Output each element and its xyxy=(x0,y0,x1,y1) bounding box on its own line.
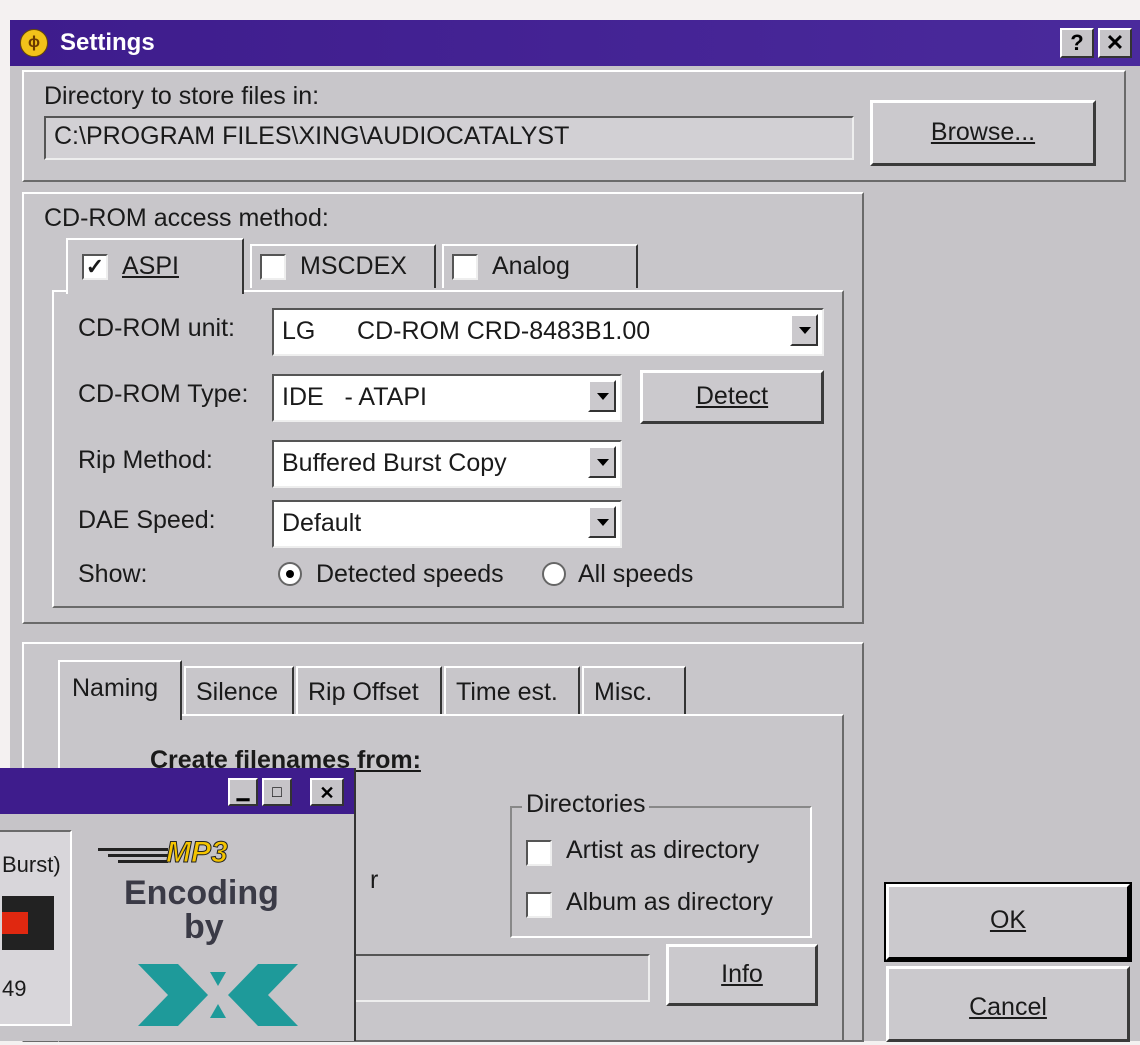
encoder-window: ▁ □ ✕ Burst) 49 MP3 Encoding by xyxy=(0,768,356,1041)
info-button[interactable]: Info xyxy=(666,944,818,1006)
album-dir-checkbox[interactable] xyxy=(526,892,552,918)
partial-text: r xyxy=(370,866,379,894)
minimize-button[interactable]: ▁ xyxy=(228,778,258,806)
tab-time-est[interactable]: Time est. xyxy=(444,666,580,716)
tab-silence-label: Silence xyxy=(196,678,278,706)
cdrom-type-label: CD-ROM Type: xyxy=(78,380,249,408)
tab-rip-offset-label: Rip Offset xyxy=(308,678,419,706)
radio-detected-label: Detected speeds xyxy=(316,560,504,588)
cancel-button[interactable]: Cancel xyxy=(886,966,1130,1042)
record-indicator xyxy=(2,896,54,950)
cdrom-unit-value: LG CD-ROM CRD-8483B1.00 xyxy=(282,317,651,345)
number-text: 49 xyxy=(2,976,27,1001)
encoder-status-panel: Burst) 49 xyxy=(0,830,72,1026)
radio-detected-speeds[interactable] xyxy=(278,562,302,586)
close-icon: ✕ xyxy=(1105,30,1125,55)
tab-misc[interactable]: Misc. xyxy=(582,666,686,716)
cdrom-unit-label: CD-ROM unit: xyxy=(78,314,235,342)
xing-logo-icon xyxy=(138,964,298,1026)
naming-field[interactable] xyxy=(350,954,650,1002)
tab-mscdex-label: MSCDEX xyxy=(300,252,407,280)
dae-speed-value: Default xyxy=(282,509,362,537)
tab-analog[interactable]: Analog xyxy=(442,244,638,288)
speed-lines-icon xyxy=(98,848,168,864)
record-icon xyxy=(2,912,28,934)
rip-method-select[interactable]: Buffered Burst Copy xyxy=(272,440,622,488)
ok-label: OK xyxy=(989,906,1027,934)
tab-analog-label: Analog xyxy=(492,252,570,280)
rip-method-value: Buffered Burst Copy xyxy=(282,449,507,477)
maximize-icon: □ xyxy=(272,784,282,801)
chevron-down-icon[interactable] xyxy=(790,314,818,346)
cdrom-type-value: IDE - ATAPI xyxy=(282,383,427,411)
cdrom-tab-panel: CD-ROM unit: LG CD-ROM CRD-8483B1.00 CD-… xyxy=(52,290,844,608)
dae-speed-label: DAE Speed: xyxy=(78,506,216,534)
close-button[interactable]: ✕ xyxy=(1098,28,1132,58)
ok-button[interactable]: OK xyxy=(884,882,1132,962)
cancel-label: Cancel xyxy=(969,993,1047,1021)
show-label: Show: xyxy=(78,560,148,588)
tab-time-est-label: Time est. xyxy=(456,678,558,706)
album-dir-label: Album as directory xyxy=(566,888,774,916)
tab-naming[interactable]: Naming xyxy=(58,660,182,720)
tab-silence[interactable]: Silence xyxy=(184,666,294,716)
radio-all-label: All speeds xyxy=(578,560,694,588)
directory-field[interactable]: C:\PROGRAM FILES\XING\AUDIOCATALYST xyxy=(44,116,854,160)
maximize-button[interactable]: □ xyxy=(262,778,292,806)
cdrom-type-select[interactable]: IDE - ATAPI xyxy=(272,374,622,422)
minimize-icon: ▁ xyxy=(236,784,250,801)
burst-text: Burst) xyxy=(2,852,61,877)
tab-misc-label: Misc. xyxy=(594,678,653,706)
directory-label: Directory to store files in: xyxy=(44,82,320,110)
rip-method-label: Rip Method: xyxy=(78,446,213,474)
encoder-close-button[interactable]: ✕ xyxy=(310,778,344,806)
title-bar[interactable]: ϕ Settings ? ✕ xyxy=(10,20,1140,66)
chevron-down-icon[interactable] xyxy=(588,380,616,412)
app-icon: ϕ xyxy=(20,29,48,57)
mscdex-checkbox[interactable] xyxy=(260,254,286,280)
chevron-down-icon[interactable] xyxy=(588,446,616,478)
aspi-checkbox[interactable]: ✓ xyxy=(82,254,108,280)
detect-label: Detect xyxy=(695,382,769,410)
tab-mscdex[interactable]: MSCDEX xyxy=(250,244,436,288)
directory-group: Directory to store files in: C:\PROGRAM … xyxy=(22,70,1126,182)
tab-rip-offset[interactable]: Rip Offset xyxy=(296,666,442,716)
artist-dir-checkbox[interactable] xyxy=(526,840,552,866)
dae-speed-select[interactable]: Default xyxy=(272,500,622,548)
directories-group: Directories Artist as directory Album as… xyxy=(510,790,812,938)
encoder-title-bar[interactable]: ▁ □ ✕ xyxy=(0,768,354,814)
cdrom-group: CD-ROM access method: ✓ ASPI MSCDEX Anal… xyxy=(22,192,864,624)
close-icon: ✕ xyxy=(319,783,335,803)
radio-all-speeds[interactable] xyxy=(542,562,566,586)
browse-label: Browse... xyxy=(930,118,1036,146)
tab-aspi-label: ASPI xyxy=(122,252,179,280)
chevron-down-icon[interactable] xyxy=(588,506,616,538)
directories-label: Directories xyxy=(522,790,650,819)
artist-dir-label: Artist as directory xyxy=(566,836,760,864)
help-button[interactable]: ? xyxy=(1060,28,1094,58)
detect-button[interactable]: Detect xyxy=(640,370,824,424)
info-label: Info xyxy=(721,960,763,988)
logo-mp3: MP3 xyxy=(166,836,229,870)
tab-naming-label: Naming xyxy=(72,674,159,702)
cdrom-group-label: CD-ROM access method: xyxy=(44,204,329,232)
mp3-logo: MP3 Encoding by xyxy=(88,830,328,1041)
analog-checkbox[interactable] xyxy=(452,254,478,280)
browse-button[interactable]: Browse... xyxy=(870,100,1096,166)
tab-aspi[interactable]: ✓ ASPI xyxy=(66,238,244,294)
cdrom-unit-select[interactable]: LG CD-ROM CRD-8483B1.00 xyxy=(272,308,824,356)
logo-by: by xyxy=(184,908,224,946)
window-title: Settings xyxy=(60,29,155,56)
